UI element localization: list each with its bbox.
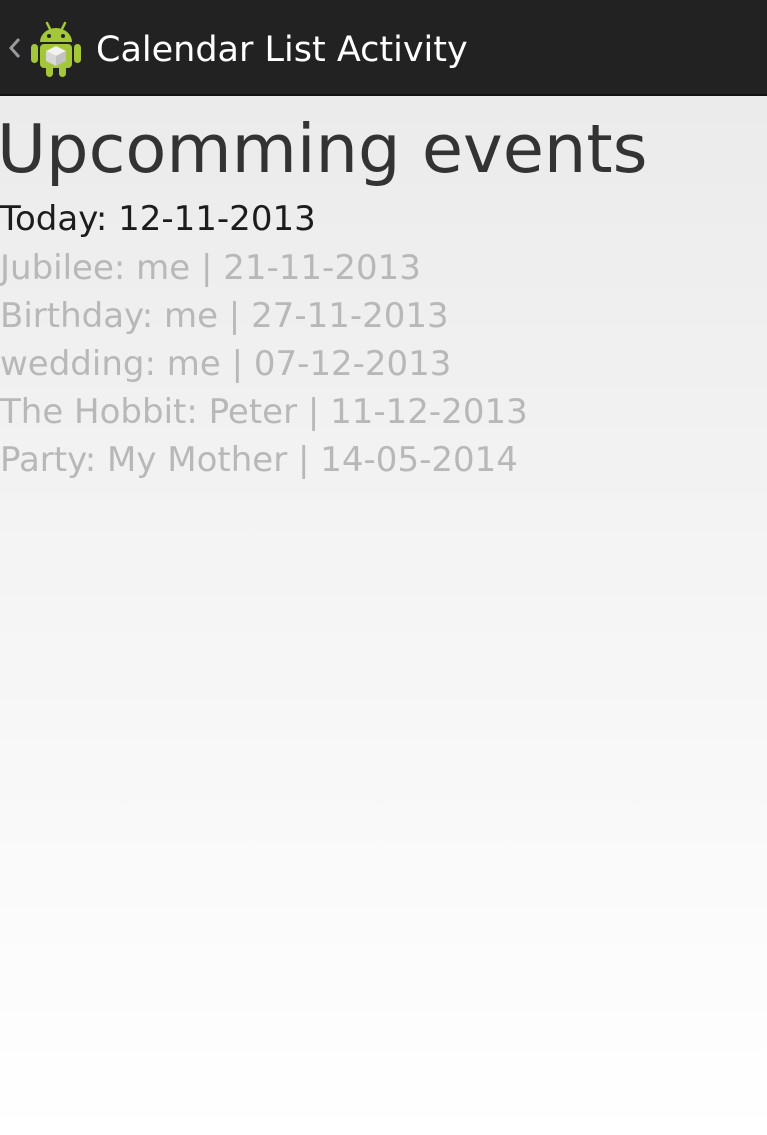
event-list: Jubilee: me | 21-11-2013 Birthday: me | … xyxy=(0,244,528,484)
android-icon[interactable] xyxy=(30,20,82,78)
list-item[interactable]: Party: My Mother | 14-05-2014 xyxy=(0,436,528,484)
page-title: Upcomming events xyxy=(0,110,648,188)
chevron-left-icon[interactable] xyxy=(6,32,22,64)
list-item[interactable]: Jubilee: me | 21-11-2013 xyxy=(0,244,528,292)
list-item[interactable]: wedding: me | 07-12-2013 xyxy=(0,340,528,388)
action-bar-title: Calendar List Activity xyxy=(96,30,468,70)
today-date: Today: 12-11-2013 xyxy=(0,199,316,239)
action-bar: Calendar List Activity xyxy=(0,0,767,96)
list-item[interactable]: Birthday: me | 27-11-2013 xyxy=(0,292,528,340)
list-item[interactable]: The Hobbit: Peter | 11-12-2013 xyxy=(0,388,528,436)
